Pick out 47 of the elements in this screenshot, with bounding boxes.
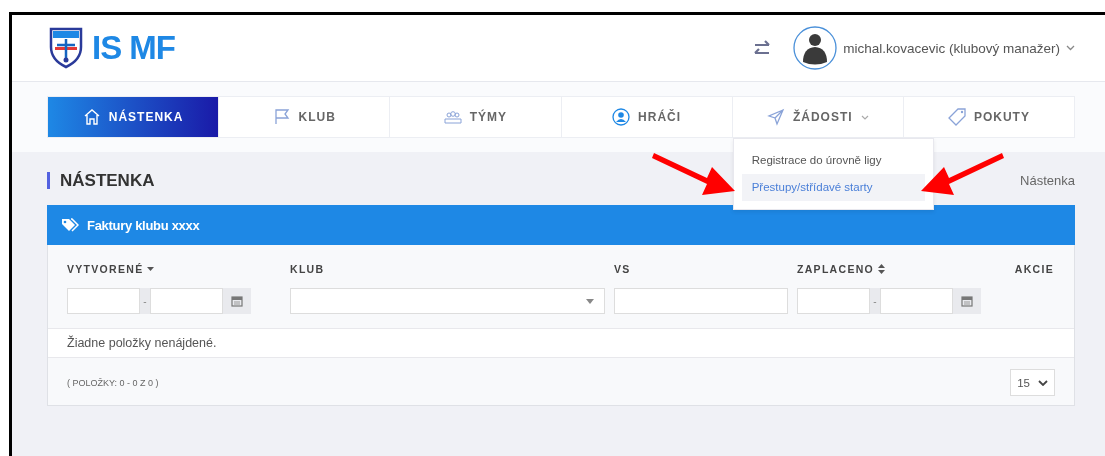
tag-icon [947,108,966,126]
chevron-down-icon [1066,45,1075,51]
page-size-select[interactable]: 15 [1010,369,1055,396]
pagination-info: ( POLOŽKY: 0 - 0 Z 0 ) [67,377,159,388]
person-icon [612,108,631,126]
avatar-icon [793,26,838,70]
chevron-down-icon [860,114,869,120]
calendar-icon [961,295,973,307]
sort-icon [878,264,886,274]
nav-tab[interactable]: NÁSTENKA [48,97,220,137]
column-header: VYTVORENÉ [67,262,290,276]
page-title: NÁSTENKA [47,172,155,189]
calendar-icon [231,295,243,307]
swap-arrows-icon[interactable] [753,40,772,56]
select-field[interactable] [290,288,605,314]
menu-item[interactable]: Přestupy/střídavé starty [741,174,925,201]
logo-text: IS MF [92,29,175,67]
paper-plane-icon [766,108,785,126]
tags-icon [61,217,79,233]
date-to-field[interactable] [150,288,223,314]
nav-tab[interactable]: KLUB [219,97,391,137]
user-menu[interactable]: michal.kovacevic (klubový manažer) [793,26,1075,70]
shield-logo-icon [48,27,84,69]
menu-item[interactable]: Registrace do úrovně ligy [741,147,925,174]
people-icon [443,108,462,126]
column-header: VS [614,262,632,276]
column-header: KLUB [290,262,326,276]
date-from-field[interactable] [797,288,870,314]
breadcrumb[interactable]: Nástenka [1020,173,1075,188]
date-from-field[interactable] [67,288,140,314]
date-to-field[interactable] [880,288,953,314]
column-header: ZAPLACENO [797,262,1015,276]
home-icon [82,108,101,126]
nav-tab[interactable]: TÝMY [390,97,562,137]
card-title: Faktury klubu xxxx [87,217,200,233]
text-field[interactable] [614,288,788,314]
calendar-button[interactable] [953,288,981,314]
empty-message: Žiadne položky nenájdené. [48,328,1074,358]
column-header: AKCIE [1014,262,1054,276]
calendar-button[interactable] [223,288,251,314]
range-separator: - [870,288,880,314]
range-separator: - [140,288,150,314]
nav-tab[interactable]: HRÁČI [561,97,733,137]
chevron-down-icon [1038,379,1048,386]
sort-down-icon [147,267,155,271]
flag-icon [272,108,291,126]
caret-down-icon [586,298,594,304]
